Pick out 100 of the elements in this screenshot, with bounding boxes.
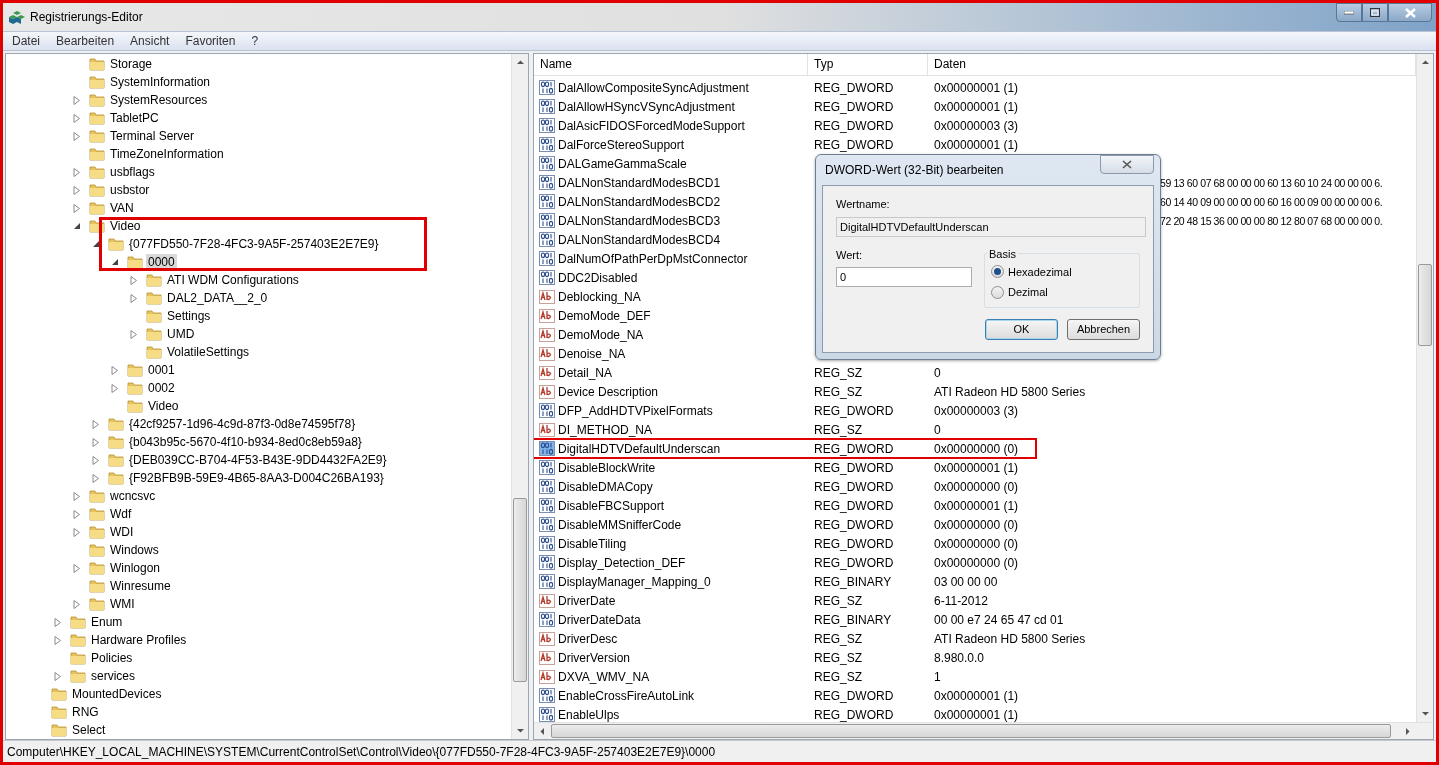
- tree-item[interactable]: {DEB039CC-B704-4F53-B43E-9DD4432FA2E9}: [127, 452, 389, 468]
- menu-item[interactable]: Bearbeiten: [56, 32, 115, 50]
- tree-item[interactable]: Terminal Server: [108, 128, 197, 144]
- tree-item[interactable]: TimeZoneInformation: [108, 146, 226, 162]
- value-name[interactable]: DriverDesc: [558, 629, 618, 648]
- tree-item[interactable]: wcncsvc: [108, 488, 158, 504]
- tree-item[interactable]: usbflags: [108, 164, 157, 180]
- value-name[interactable]: DalNumOfPathPerDpMstConnector: [558, 249, 748, 268]
- tree-item[interactable]: {F92BFB9B-59E9-4B65-8AA3-D004C26BA193}: [127, 470, 386, 486]
- tree-item[interactable]: WMI: [108, 596, 137, 612]
- vertical-scrollbar[interactable]: [1416, 54, 1433, 722]
- tree-item[interactable]: usbstor: [108, 182, 152, 198]
- radio-button[interactable]: [991, 265, 1004, 279]
- value-field[interactable]: 0: [836, 267, 972, 287]
- expand-arrow-icon[interactable]: [111, 383, 119, 393]
- menu-item[interactable]: ?: [251, 32, 259, 50]
- value-name[interactable]: Detail_NA: [558, 363, 613, 382]
- expand-arrow-icon[interactable]: [92, 419, 100, 429]
- expand-arrow-icon[interactable]: [130, 275, 138, 285]
- tree-item[interactable]: {b043b95c-5670-4f10-b934-8ed0c8eb59a8}: [127, 434, 364, 450]
- collapse-arrow-icon[interactable]: [73, 221, 81, 231]
- expand-arrow-icon[interactable]: [73, 491, 81, 501]
- expand-arrow-icon[interactable]: [73, 203, 81, 213]
- value-name[interactable]: DFP_AddHDTVPixelFormats: [558, 401, 713, 420]
- close-button[interactable]: [1100, 155, 1154, 174]
- tree-item[interactable]: Storage: [108, 56, 155, 72]
- menu-item[interactable]: Datei: [12, 32, 40, 50]
- value-name[interactable]: DalForceStereoSupport: [558, 135, 685, 154]
- value-name[interactable]: DriverDateData: [558, 610, 641, 629]
- expand-arrow-icon[interactable]: [73, 167, 81, 177]
- radio-button[interactable]: [991, 285, 1004, 299]
- value-name[interactable]: DI_METHOD_NA: [558, 420, 652, 439]
- tree-item[interactable]: Video: [146, 398, 181, 414]
- tree-item[interactable]: VAN: [108, 200, 136, 216]
- tree-item[interactable]: {077FD550-7F28-4FC3-9A5F-257403E2E7E9}: [127, 236, 381, 252]
- horizontal-scrollbar[interactable]: [534, 722, 1433, 739]
- expand-arrow-icon[interactable]: [92, 455, 100, 465]
- value-name[interactable]: DriverVersion: [558, 648, 631, 667]
- scroll-thumb[interactable]: [513, 498, 527, 682]
- expand-arrow-icon[interactable]: [92, 473, 100, 483]
- maximize-button[interactable]: [1362, 3, 1388, 22]
- value-name[interactable]: DalAllowCompositeSyncAdjustment: [558, 78, 749, 97]
- value-name[interactable]: Deblocking_NA: [558, 287, 641, 306]
- vertical-scrollbar[interactable]: [511, 54, 528, 739]
- tree-item[interactable]: RNG: [70, 704, 101, 720]
- radio-label[interactable]: Hexadezimal: [1008, 263, 1072, 280]
- value-name[interactable]: DalAllowHSyncVSyncAdjustment: [558, 97, 735, 116]
- tree-item[interactable]: SystemResources: [108, 92, 210, 108]
- expand-arrow-icon[interactable]: [73, 509, 81, 519]
- tree-item[interactable]: Select: [70, 722, 108, 738]
- tree-item[interactable]: WDI: [108, 524, 136, 540]
- tree-item[interactable]: Wdf: [108, 506, 134, 522]
- radio-label[interactable]: Dezimal: [1008, 284, 1048, 301]
- collapse-arrow-icon[interactable]: [92, 239, 100, 249]
- expand-arrow-icon[interactable]: [73, 563, 81, 573]
- expand-arrow-icon[interactable]: [54, 635, 62, 645]
- expand-arrow-icon[interactable]: [73, 527, 81, 537]
- value-name[interactable]: DigitalHDTVDefaultUnderscan: [558, 439, 721, 458]
- column-header[interactable]: Typ: [808, 54, 928, 75]
- tree-item[interactable]: 0002: [146, 380, 177, 396]
- tree-item[interactable]: {42cf9257-1d96-4c9d-87f3-0d8e74595f78}: [127, 416, 358, 432]
- value-name[interactable]: DDC2Disabled: [558, 268, 638, 287]
- expand-arrow-icon[interactable]: [73, 131, 81, 141]
- value-name[interactable]: DisableFBCSupport: [558, 496, 665, 515]
- value-name[interactable]: DriverDate: [558, 591, 616, 610]
- tree-item[interactable]: SystemInformation: [108, 74, 213, 90]
- value-name[interactable]: DemoMode_NA: [558, 325, 644, 344]
- tree-item[interactable]: VolatileSettings: [165, 344, 252, 360]
- expand-arrow-icon[interactable]: [73, 185, 81, 195]
- value-name[interactable]: DALGameGammaScale: [558, 154, 687, 173]
- value-name[interactable]: DALNonStandardModesBCD1: [558, 173, 721, 192]
- close-button[interactable]: [1388, 3, 1432, 22]
- value-name[interactable]: DisableDMACopy: [558, 477, 653, 496]
- expand-arrow-icon[interactable]: [92, 437, 100, 447]
- value-name[interactable]: DXVA_WMV_NA: [558, 667, 650, 686]
- tree-item[interactable]: services: [89, 668, 137, 684]
- expand-arrow-icon[interactable]: [111, 365, 119, 375]
- expand-arrow-icon[interactable]: [130, 293, 138, 303]
- value-name[interactable]: DisableMMSnifferCode: [558, 515, 682, 534]
- value-name[interactable]: DemoMode_DEF: [558, 306, 651, 325]
- expand-arrow-icon[interactable]: [54, 617, 62, 627]
- expand-arrow-icon[interactable]: [130, 329, 138, 339]
- tree-item[interactable]: Windows: [108, 542, 161, 558]
- value-name[interactable]: EnableCrossFireAutoLink: [558, 686, 695, 705]
- tree-item[interactable]: Policies: [89, 650, 135, 666]
- value-name[interactable]: DALNonStandardModesBCD4: [558, 230, 721, 249]
- scroll-thumb[interactable]: [551, 724, 1391, 738]
- tree-item[interactable]: TabletPC: [108, 110, 161, 126]
- menu-item[interactable]: Favoriten: [185, 32, 236, 50]
- tree-item[interactable]: DAL2_DATA__2_0: [165, 290, 270, 306]
- tree-item[interactable]: Settings: [165, 308, 213, 324]
- tree-item[interactable]: 0001: [146, 362, 177, 378]
- value-name[interactable]: Device Description: [558, 382, 659, 401]
- expand-arrow-icon[interactable]: [73, 113, 81, 123]
- tree-item[interactable]: UMD: [165, 326, 197, 342]
- tree-item[interactable]: ATI WDM Configurations: [165, 272, 301, 288]
- tree-item[interactable]: Hardware Profiles: [89, 632, 189, 648]
- scroll-thumb[interactable]: [1418, 264, 1432, 346]
- menu-item[interactable]: Ansicht: [130, 32, 170, 50]
- value-name[interactable]: DisableBlockWrite: [558, 458, 656, 477]
